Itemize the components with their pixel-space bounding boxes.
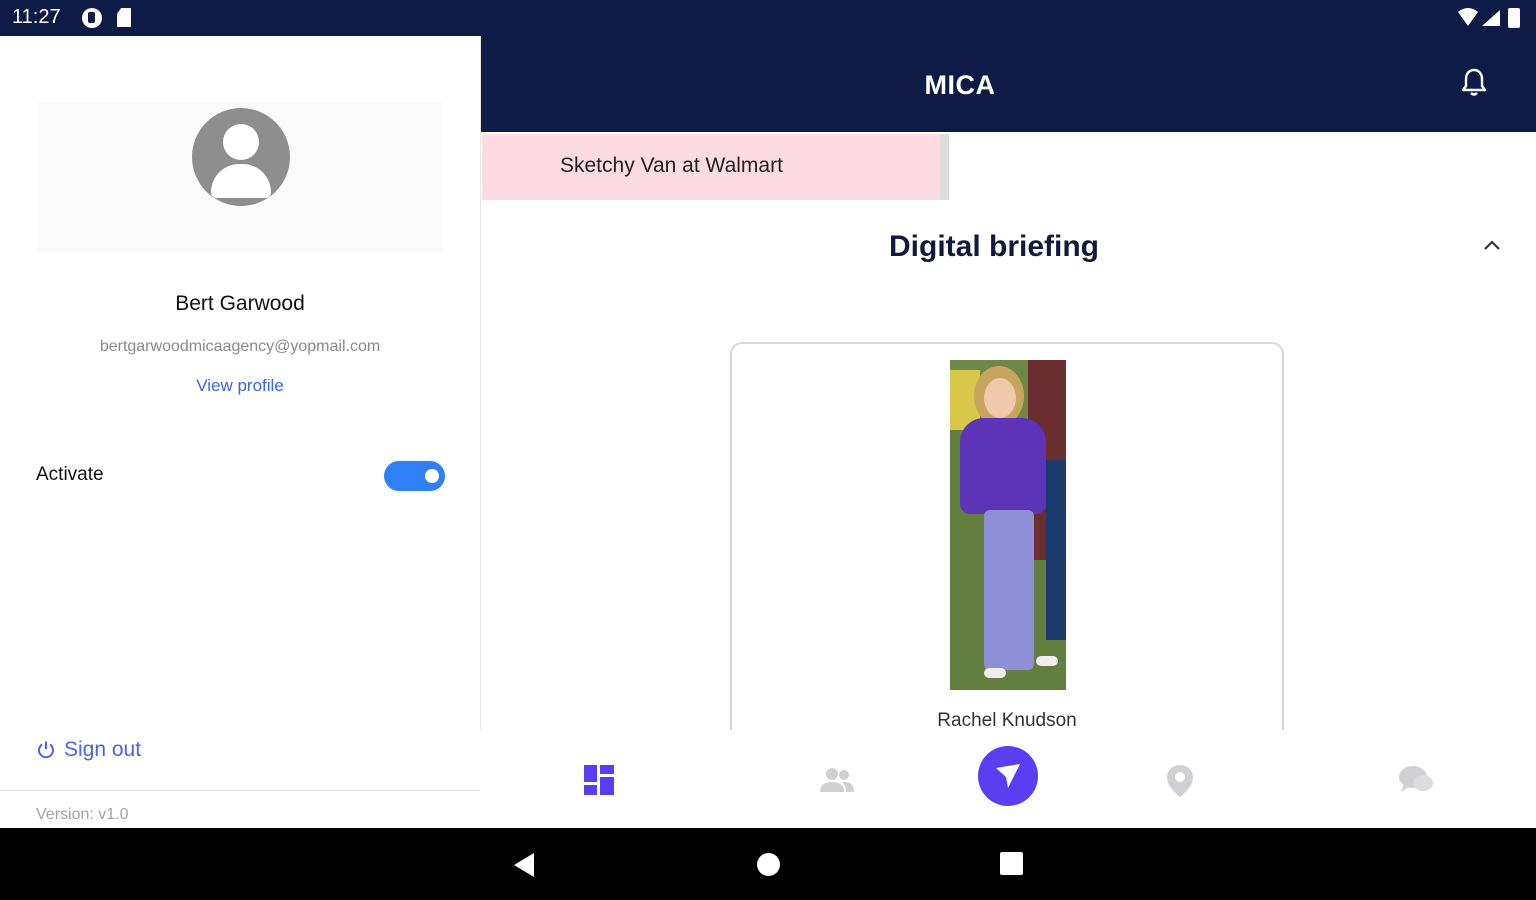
toggle-knob [425,469,439,483]
sign-out-label: Sign out [64,738,142,761]
dashboard-icon[interactable] [584,765,614,795]
person-photo[interactable] [950,360,1066,690]
person-name: Rachel Knudson [937,710,1077,731]
bell-icon[interactable] [1458,66,1490,98]
notification-p-icon [82,8,102,28]
alert-edge [940,134,949,200]
send-icon[interactable] [978,746,1038,806]
status-time: 11:27 [12,6,61,28]
app-title: MICA [924,70,996,100]
navigation-drawer: Bert Garwood bertgarwoodmicaagency@yopma… [0,36,481,828]
user-email: bertgarwoodmicaagency@yopmail.com [99,338,381,355]
signal-battery-icon [1458,8,1520,28]
alert-banner[interactable]: Sketchy Van at Walmart [482,134,949,200]
recent-apps-icon[interactable] [1000,852,1023,875]
status-bar: 11:27 [0,0,1536,36]
sd-card-icon [117,8,131,27]
avatar-icon[interactable] [192,108,290,206]
chevron-up-icon[interactable] [1480,235,1504,255]
drawer-divider [0,790,480,791]
briefing-title: Digital briefing [889,230,1099,263]
back-icon[interactable] [512,852,536,878]
user-name: Bert Garwood [175,292,305,315]
sign-out-button[interactable]: Sign out [36,738,141,762]
location-icon[interactable] [1166,764,1194,798]
chat-icon[interactable] [1398,764,1434,796]
activate-label: Activate [36,464,104,485]
view-profile-link[interactable]: View profile [0,376,480,396]
alert-text: Sketchy Van at Walmart [560,154,783,177]
power-icon [38,741,54,759]
home-icon[interactable] [757,853,780,876]
activate-toggle[interactable] [384,461,445,491]
status-indicators [1456,6,1526,30]
people-icon[interactable] [820,766,854,794]
version-text: Version: v1.0 [36,806,129,823]
